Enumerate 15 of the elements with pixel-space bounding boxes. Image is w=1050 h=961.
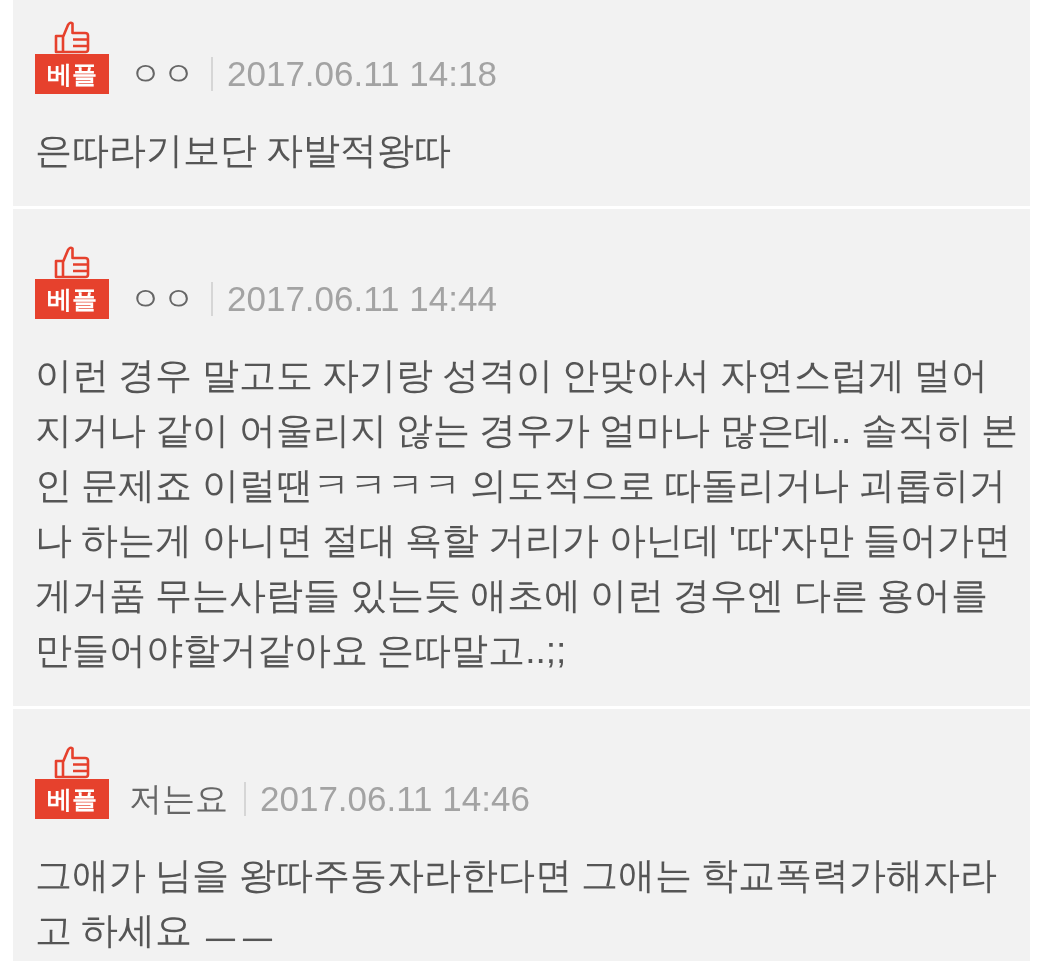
comment-date: 2017.06.11 14:46	[260, 779, 530, 819]
thumbs-up-icon	[53, 745, 91, 779]
best-badge: 베플	[35, 54, 109, 94]
comment-author: ㅇㅇ	[129, 54, 195, 94]
best-badge: 베플	[35, 779, 109, 819]
comment-text: 이런 경우 말고도 자기랑 성격이 안맞아서 자연스럽게 멀어지거나 같이 어울리지 않는 경우가 얼마나 많은데.. 솔직히 본인 문제죠 이럴땐ㅋㅋㅋㅋ 의도적으로 따돌리거나 괴롭히거나 하는게 아니면 절대 욕할 거리가 아닌데 '따'자만 들어가면 게거품 무는사람들 있는듯 애초에 이런 경우엔 다른 용어를 만들어야할거같아요 은따말고..;;	[35, 354, 1019, 673]
thumbs-up-icon	[53, 20, 91, 54]
comment-author: 저는요	[129, 779, 228, 819]
comment-text: 그애가 님을 왕따주동자라한다면 그애는 학교폭력가해자라고 하세요 ㅡㅡ	[35, 854, 999, 953]
comment-author: ㅇㅇ	[129, 279, 195, 319]
thumbs-up-icon	[53, 245, 91, 279]
best-badge: 베플	[35, 279, 109, 319]
comment-date: 2017.06.11 14:44	[227, 279, 497, 319]
comment-date: 2017.06.11 14:18	[227, 54, 497, 94]
comment-text: 은따라기보단 자발적왕따	[35, 129, 453, 173]
